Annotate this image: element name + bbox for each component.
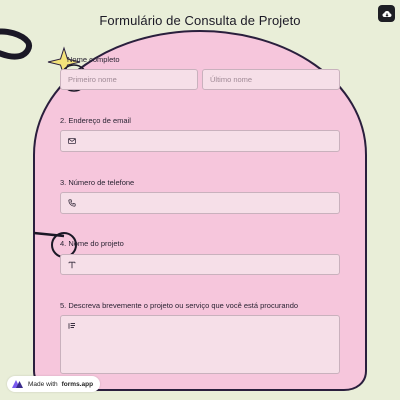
description-textarea[interactable] xyxy=(60,315,340,374)
phone-field[interactable] xyxy=(60,192,340,214)
theme-button[interactable] xyxy=(378,5,395,22)
line-shape xyxy=(33,231,65,238)
text-icon xyxy=(68,261,76,268)
cloud-icon xyxy=(382,10,391,17)
first-name-input[interactable]: Primeiro nome xyxy=(60,69,198,90)
description-label: 5. Descreva brevemente o projeto ou serv… xyxy=(60,301,299,310)
phone-icon xyxy=(68,199,76,207)
full-name-label: Nome completo xyxy=(67,55,120,64)
forms-app-logo-icon xyxy=(12,380,23,388)
list-icon xyxy=(68,323,75,329)
badge-prefix: Made with xyxy=(28,380,58,388)
made-with-badge[interactable]: Made with forms.app xyxy=(7,376,101,392)
mail-icon xyxy=(68,138,76,144)
email-label: 2. Endereço de email xyxy=(60,116,131,125)
project-name-field[interactable] xyxy=(60,254,340,275)
ribbon-shape xyxy=(0,28,32,60)
first-name-placeholder: Primeiro nome xyxy=(68,75,117,84)
badge-brand: forms.app xyxy=(61,380,94,388)
form-title: Formulário de Consulta de Projeto xyxy=(99,13,301,28)
last-name-input[interactable]: Último nome xyxy=(202,69,340,90)
email-field[interactable] xyxy=(60,130,340,152)
phone-label: 3. Número de telefone xyxy=(60,178,135,187)
last-name-placeholder: Último nome xyxy=(210,75,253,84)
project-name-label: 4. Nome do projeto xyxy=(60,239,124,248)
